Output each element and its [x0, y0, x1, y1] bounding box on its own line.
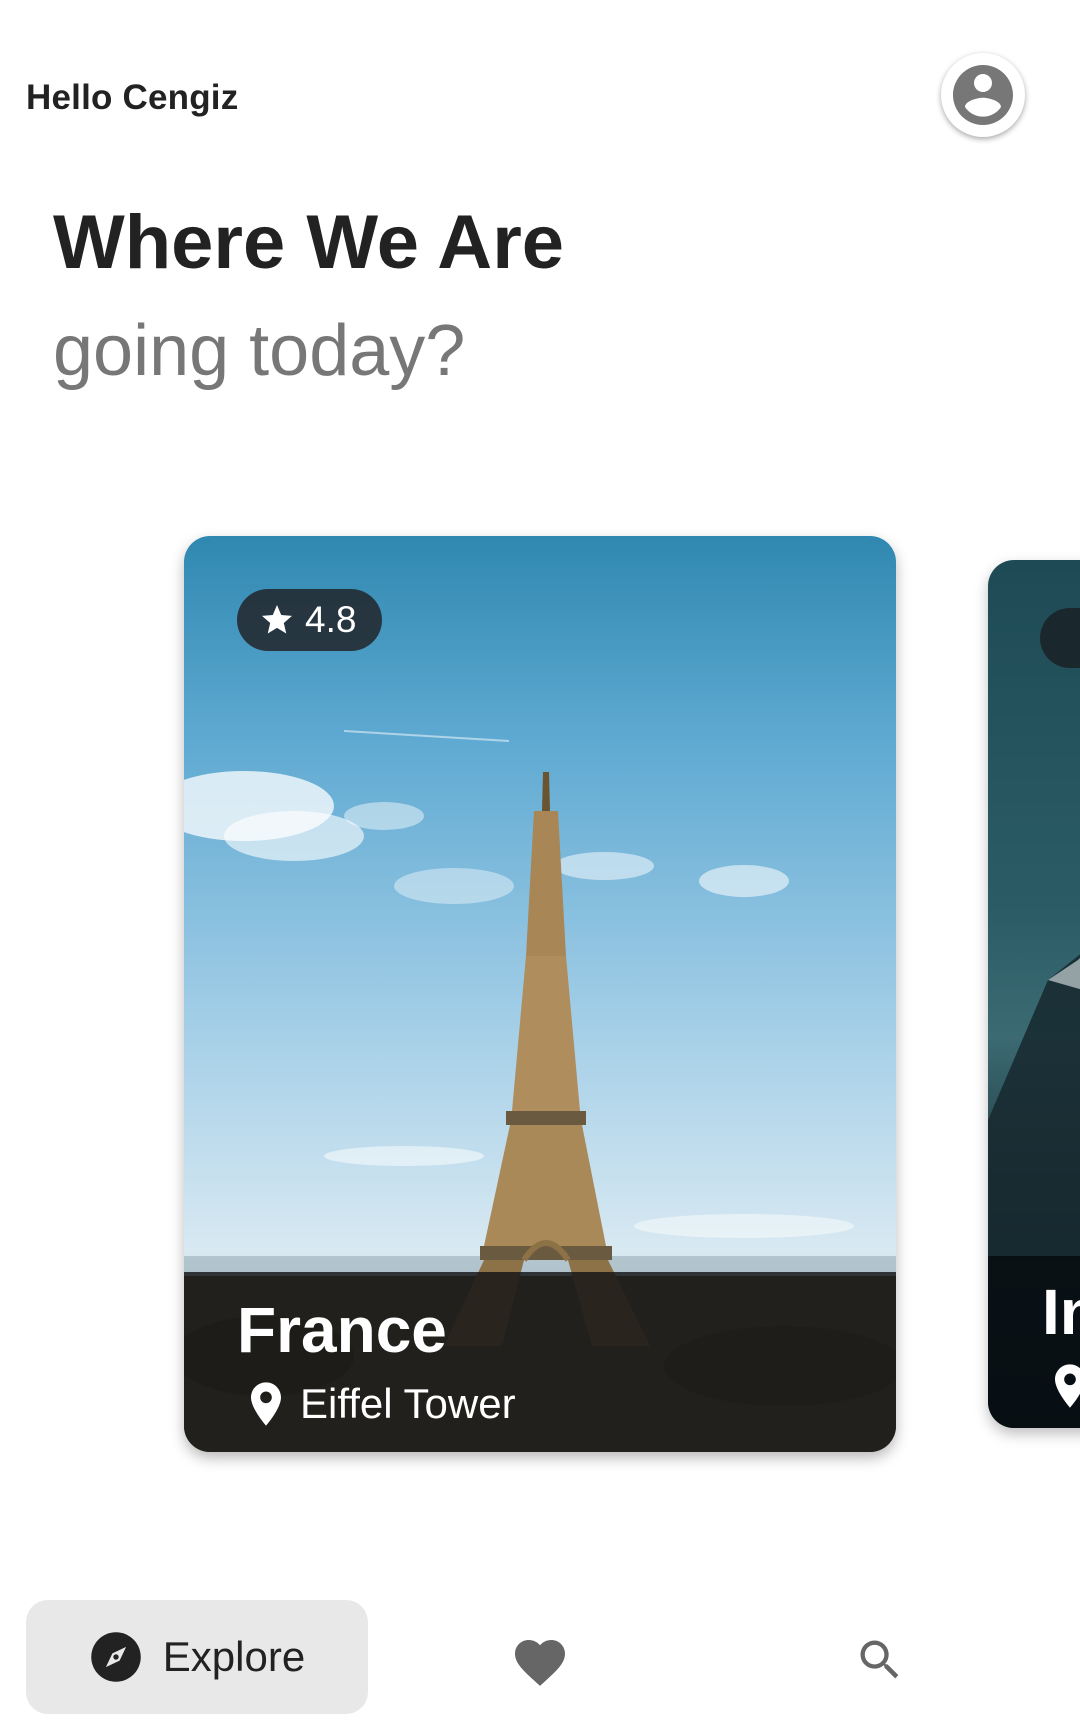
nav-explore-label: Explore — [162, 1633, 306, 1680]
rating-badge: 4.8 — [237, 589, 383, 651]
star-icon — [262, 605, 292, 634]
card-caption-partial: In — [988, 1256, 1080, 1428]
card-caption: France Eiffel Tower — [184, 1272, 896, 1452]
location-pin-icon — [251, 1382, 281, 1426]
nav-favorites-tab[interactable] — [500, 1620, 580, 1700]
profile-avatar-button[interactable] — [941, 53, 1025, 137]
destination-location: Eiffel Tower — [246, 1380, 516, 1428]
account-circle-icon — [953, 65, 1013, 125]
explore-screen: Hello Cengiz Where We Are going today? 4… — [0, 0, 1080, 1732]
greeting-text: Hello Cengiz — [26, 78, 239, 117]
search-icon — [860, 1640, 899, 1679]
page-title: Where We Are — [53, 200, 565, 285]
heart-icon — [515, 1640, 565, 1686]
rating-value: 4.8 — [305, 599, 357, 640]
compass-icon — [91, 1632, 141, 1682]
destination-place: Eiffel Tower — [300, 1380, 516, 1427]
destination-card-next[interactable]: In — [988, 560, 1080, 1428]
nav-search-tab[interactable] — [840, 1620, 920, 1700]
destination-country-partial: In — [1042, 1276, 1080, 1348]
location-pin-icon — [1055, 1364, 1080, 1408]
destination-country: France — [237, 1294, 447, 1366]
bottom-navigation: Explore — [0, 1590, 1080, 1732]
nav-explore-tab[interactable]: Explore — [26, 1600, 368, 1714]
destination-card-france[interactable]: 4.8 France Eiffel Tower — [184, 536, 896, 1452]
page-subtitle: going today? — [53, 311, 466, 391]
